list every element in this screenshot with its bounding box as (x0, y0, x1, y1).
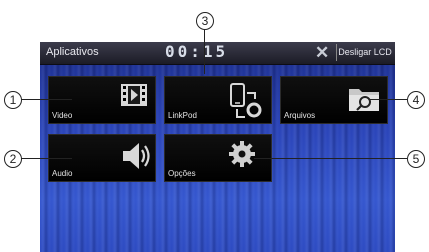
leader-5 (254, 158, 407, 159)
tile-label: Arquivos (284, 111, 316, 120)
close-icon[interactable]: ✕ (315, 43, 329, 63)
tile-label: LinkPod (168, 111, 197, 120)
film-icon (121, 84, 147, 106)
callout-5: 5 (407, 150, 425, 168)
page-title: Aplicativos (46, 46, 99, 58)
apps-screen: Aplicativos 00:15 ✕ Desligar LCD Video L… (40, 42, 395, 252)
callout-2: 2 (4, 150, 22, 168)
leader-1 (21, 99, 72, 100)
device-link-icon (230, 83, 262, 118)
lcd-off-button[interactable]: Desligar LCD (336, 44, 393, 61)
tile-label: Video (52, 111, 73, 120)
tile-video[interactable]: Video (48, 76, 156, 124)
callout-4: 4 (407, 91, 425, 109)
leader-2 (21, 158, 72, 159)
tile-label: Opções (168, 169, 196, 178)
folder-search-icon (349, 89, 379, 111)
clock-display: 00:15 (165, 42, 229, 61)
callout-3: 3 (196, 12, 214, 30)
callout-1: 1 (4, 91, 22, 109)
tile-arquivos[interactable]: Arquivos (280, 76, 388, 124)
speaker-icon (123, 143, 150, 169)
top-bar: Aplicativos 00:15 ✕ Desligar LCD (40, 42, 395, 65)
leader-3 (204, 29, 205, 74)
leader-4 (369, 99, 407, 100)
tile-linkpod[interactable]: LinkPod (164, 76, 272, 124)
gear-icon (229, 141, 255, 167)
tile-label: Audio (52, 169, 73, 178)
